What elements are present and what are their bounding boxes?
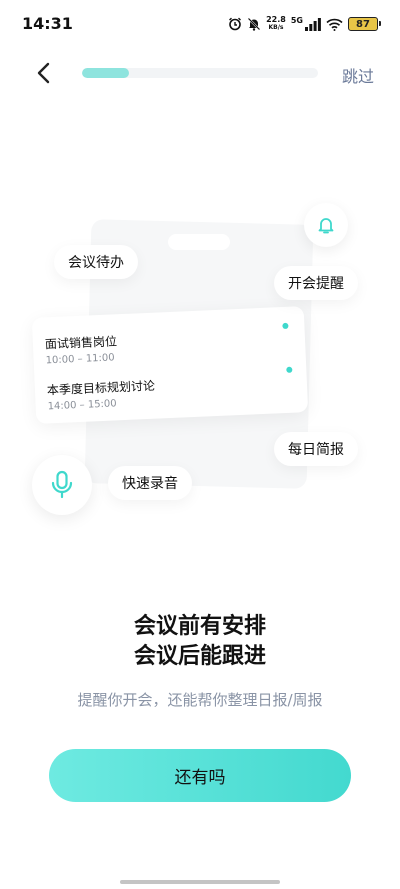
network-type: 5G	[290, 15, 303, 25]
meeting-title: 本季度目标规划讨论	[46, 378, 156, 398]
meeting-time: 10:00 – 11:00	[45, 352, 115, 367]
tag-meeting-todo: 会议待办	[54, 245, 138, 279]
meeting-title: 面试销售岗位	[44, 334, 118, 352]
back-button[interactable]	[28, 58, 58, 88]
meeting-time: 14:00 – 15:00	[47, 398, 117, 413]
status-time: 14:31	[22, 14, 73, 33]
home-indicator[interactable]	[120, 880, 280, 884]
meeting-item: 面试销售岗位 10:00 – 11:00	[45, 332, 118, 366]
next-button[interactable]: 还有吗	[49, 749, 351, 802]
onboarding-progress-bar	[82, 68, 318, 78]
status-bar: 14:31 22.8 KB/s 5G 87	[0, 0, 400, 48]
subtitle: 提醒你开会，还能帮你整理日报/周报	[77, 691, 323, 709]
signal-icon	[305, 17, 321, 31]
net-speed-unit: KB/s	[268, 24, 284, 31]
battery-icon: 87	[348, 17, 381, 31]
status-icons: 22.8 KB/s 5G 87	[228, 14, 381, 34]
microphone-icon	[51, 470, 73, 499]
skip-button[interactable]: 跳过	[342, 63, 374, 87]
status-dot	[286, 366, 293, 373]
bell-icon	[318, 218, 334, 234]
mute-bell-icon	[247, 17, 261, 31]
progress-fill	[82, 68, 130, 78]
microphone-badge	[32, 455, 92, 515]
chevron-left-icon	[37, 62, 50, 84]
tag-meeting-reminder: 开会提醒	[274, 266, 358, 300]
network-speed: 22.8 KB/s	[266, 16, 286, 32]
tag-quick-record: 快速录音	[108, 466, 192, 500]
tag-daily-brief: 每日简报	[274, 432, 358, 466]
headline-line-1: 会议前有安排	[133, 614, 266, 639]
meeting-item: 本季度目标规划讨论 14:00 – 15:00	[47, 377, 156, 413]
alarm-icon	[228, 17, 242, 31]
wifi-icon	[326, 18, 343, 31]
card-handle	[168, 234, 230, 250]
status-dot	[282, 322, 289, 330]
net-speed-value: 22.8	[266, 15, 286, 24]
meeting-list-card: 面试销售岗位 10:00 – 11:00 本季度目标规划讨论 14:00 – 1…	[31, 306, 309, 424]
bell-badge	[304, 203, 348, 247]
headline-line-2: 会议后能跟进	[133, 644, 266, 669]
